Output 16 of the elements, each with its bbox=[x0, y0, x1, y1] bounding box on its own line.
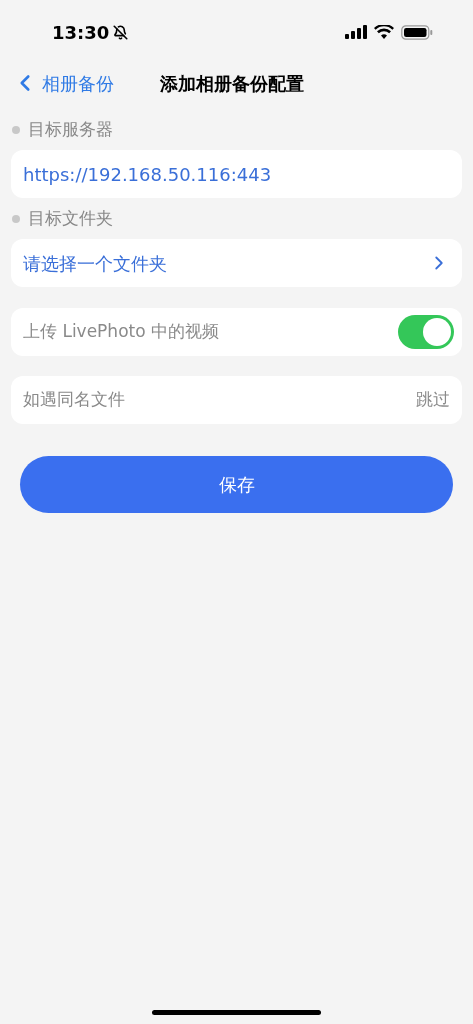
folder-select-row[interactable]: 请选择一个文件夹 bbox=[11, 239, 462, 287]
toggle-label: 上传 LivePhoto 中的视频 bbox=[23, 320, 219, 344]
back-button[interactable]: 相册备份 bbox=[12, 69, 114, 97]
option-row[interactable]: 如遇同名文件 跳过 bbox=[11, 376, 462, 424]
toggle-switch[interactable] bbox=[398, 315, 454, 349]
option-value: 跳过 bbox=[416, 388, 450, 412]
section-label: 目标服务器 bbox=[28, 118, 113, 142]
save-button[interactable]: 保存 bbox=[20, 456, 453, 513]
section-label: 目标文件夹 bbox=[28, 207, 113, 231]
status-time: 13:30 bbox=[52, 20, 110, 45]
server-url-field[interactable]: https://192.168.50.116:443 bbox=[11, 150, 462, 198]
signal-icon bbox=[345, 25, 367, 39]
battery-icon bbox=[401, 24, 433, 40]
wifi-icon bbox=[374, 25, 394, 39]
option-label: 如遇同名文件 bbox=[23, 388, 125, 412]
page-title: 添加相册备份配置 bbox=[160, 71, 304, 96]
